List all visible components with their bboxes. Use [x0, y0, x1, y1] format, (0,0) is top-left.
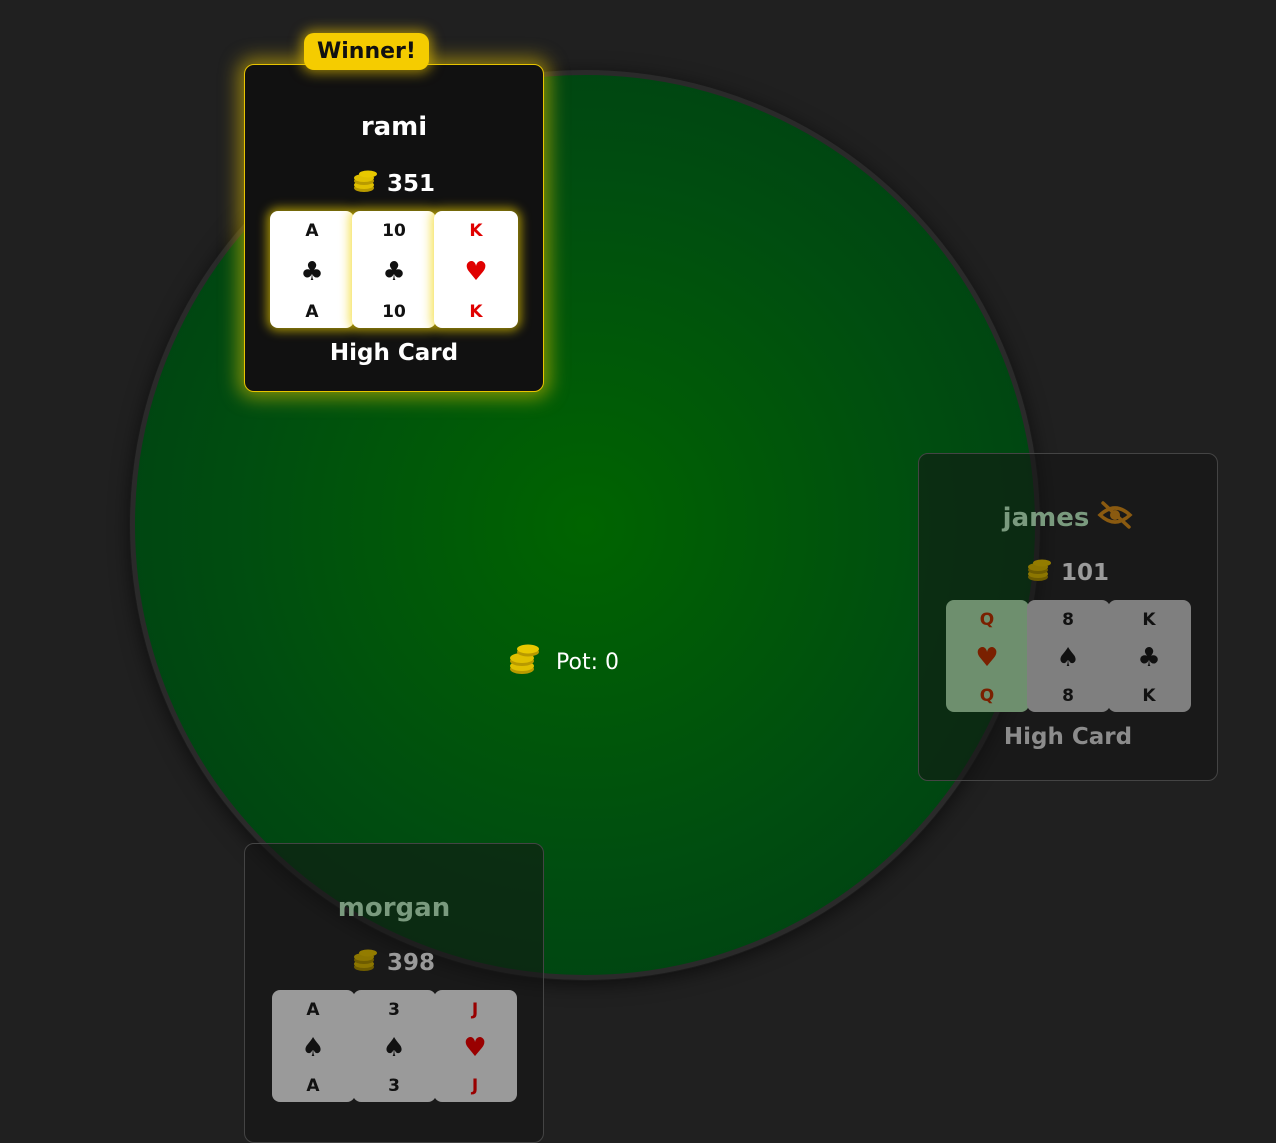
- player-seat-morgan: morgan 398 A ♠ A 3 ♠ 3 J ♥ J: [244, 843, 544, 1143]
- heart-suit-icon: ♥: [975, 643, 999, 673]
- card-rank-bottom: A: [305, 302, 319, 322]
- card-rank-top: 3: [388, 1000, 400, 1020]
- playing-card: A ♣ A: [270, 211, 354, 328]
- playing-card: J ♥ J: [433, 990, 517, 1102]
- card-rank-top: 10: [382, 221, 406, 241]
- card-rank-top: K: [469, 221, 483, 241]
- chip-count: 398: [386, 950, 435, 976]
- player-cards: A ♣ A 10 ♣ 10 K ♥ K: [270, 211, 518, 328]
- hand-rank-label: High Card: [329, 340, 459, 366]
- club-suit-icon: ♣: [1137, 643, 1161, 673]
- card-rank-top: A: [306, 1000, 320, 1020]
- player-cards: A ♠ A 3 ♠ 3 J ♥ J: [271, 990, 517, 1102]
- heart-suit-icon: ♥: [463, 1033, 487, 1063]
- playing-card: K ♥ K: [434, 211, 518, 328]
- player-name-text: morgan: [337, 893, 451, 923]
- player-chips: 398: [353, 948, 435, 978]
- card-rank-bottom: A: [306, 1076, 320, 1096]
- coins-icon: [508, 643, 542, 681]
- heart-suit-icon: ♥: [464, 256, 488, 287]
- playing-card: 8 ♠ 8: [1026, 600, 1110, 712]
- eye-slash-icon: [1097, 500, 1133, 536]
- chip-count: 101: [1060, 560, 1109, 586]
- coins-icon: [1027, 558, 1053, 588]
- club-suit-icon: ♣: [382, 256, 406, 287]
- coins-icon: [353, 948, 379, 978]
- chip-count: 351: [386, 171, 435, 197]
- card-rank-bottom: 3: [388, 1076, 400, 1096]
- winner-badge: Winner!: [304, 33, 429, 70]
- card-rank-bottom: Q: [979, 686, 995, 706]
- player-name-text: james: [1002, 503, 1090, 533]
- hand-rank-label: High Card: [1003, 724, 1133, 750]
- player-name: morgan: [338, 890, 450, 926]
- pot-label: Pot: 0: [556, 649, 619, 675]
- playing-card: 10 ♣ 10: [352, 211, 436, 328]
- player-chips: 351: [353, 169, 435, 199]
- card-rank-top: K: [1142, 610, 1156, 630]
- pot-display: Pot: 0: [508, 644, 619, 680]
- card-rank-bottom: K: [469, 302, 483, 322]
- playing-card: Q ♥ Q: [945, 600, 1029, 712]
- spade-suit-icon: ♠: [301, 1033, 325, 1063]
- playing-card: A ♠ A: [271, 990, 355, 1102]
- card-rank-bottom: J: [471, 1076, 479, 1096]
- player-chips: 101: [1027, 558, 1109, 588]
- player-seat-james: james 101 Q ♥ Q 8 ♠ 8 K ♣ K High Card: [918, 453, 1218, 781]
- card-rank-top: 8: [1062, 610, 1074, 630]
- player-name: rami: [361, 109, 427, 145]
- card-rank-bottom: 10: [382, 302, 406, 322]
- card-rank-bottom: K: [1142, 686, 1156, 706]
- card-rank-top: Q: [979, 610, 995, 630]
- coins-icon: [353, 169, 379, 199]
- player-seat-rami: Winner! rami 351 A ♣ A 10 ♣ 10 K ♥ K Hig…: [244, 33, 544, 392]
- playing-card: K ♣ K: [1107, 600, 1191, 712]
- player-cards: Q ♥ Q 8 ♠ 8 K ♣ K: [945, 600, 1191, 712]
- club-suit-icon: ♣: [300, 256, 324, 287]
- card-rank-bottom: 8: [1062, 686, 1074, 706]
- card-rank-top: J: [471, 1000, 479, 1020]
- spade-suit-icon: ♠: [382, 1033, 406, 1063]
- player-name: james: [1003, 500, 1134, 536]
- player-name-text: rami: [360, 112, 428, 142]
- spade-suit-icon: ♠: [1056, 643, 1080, 673]
- playing-card: 3 ♠ 3: [352, 990, 436, 1102]
- card-rank-top: A: [305, 221, 319, 241]
